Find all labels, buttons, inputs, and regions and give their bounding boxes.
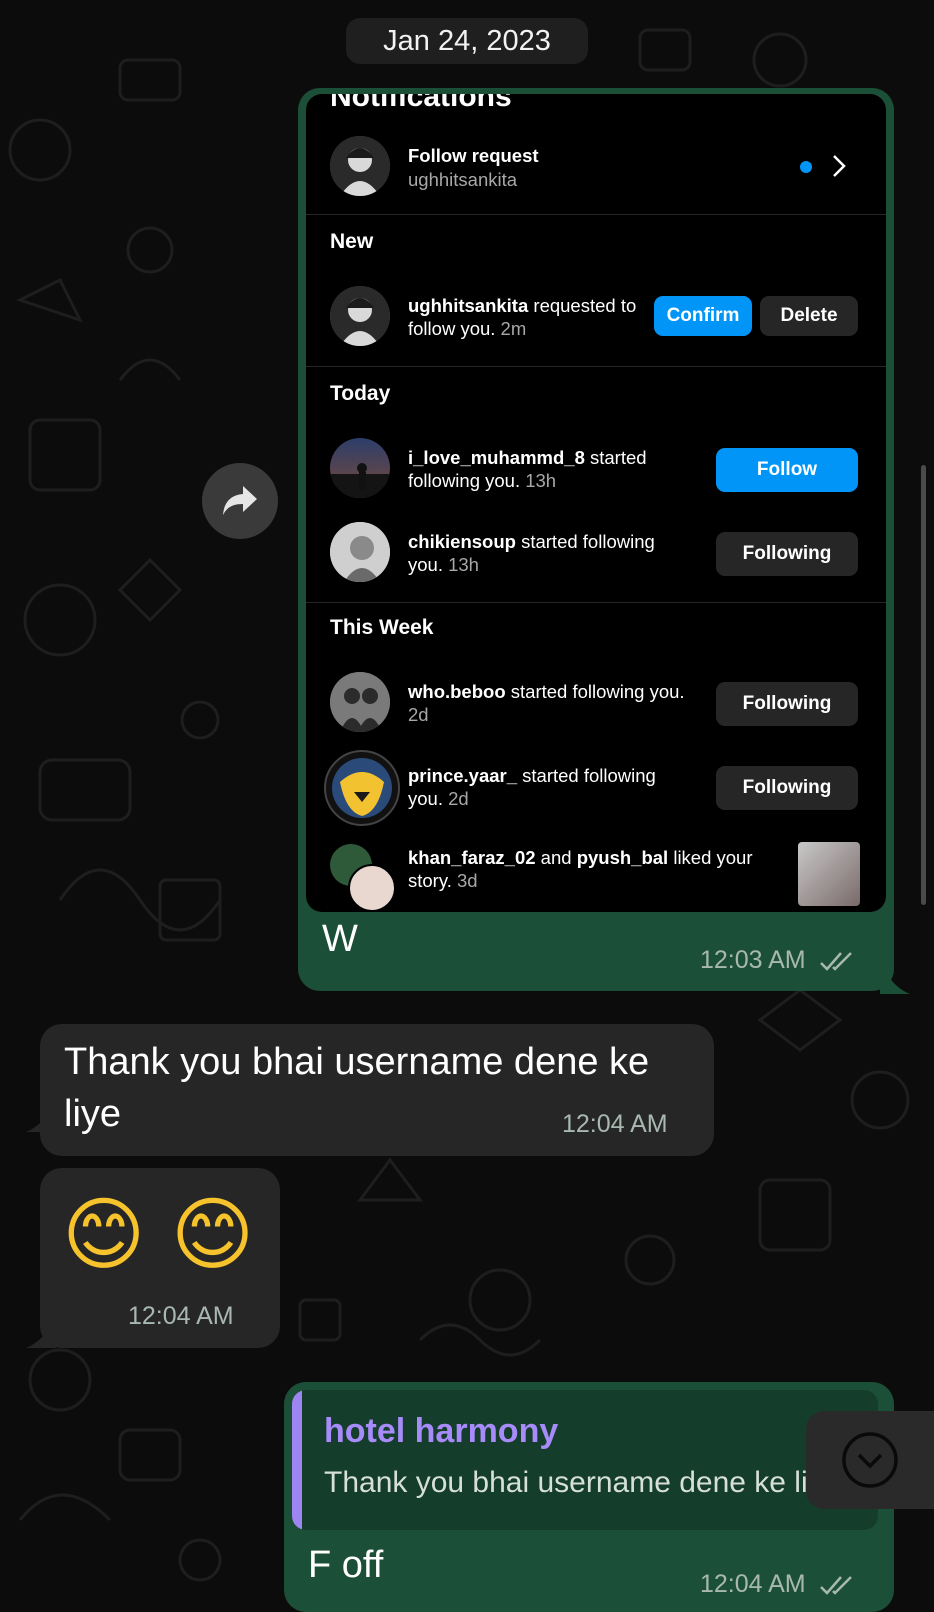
- outgoing-image-message[interactable]: Notifications Follow request ughhitsanki…: [298, 88, 894, 991]
- quoted-reply[interactable]: hotel harmony Thank you bhai username de…: [292, 1390, 878, 1530]
- double-check-icon: [819, 1576, 852, 1596]
- notification-text: i_love_muhammd_8 started following you. …: [408, 447, 647, 491]
- notifications-title: Notifications: [330, 94, 512, 113]
- scrollbar[interactable]: [921, 465, 926, 905]
- outgoing-reply-message[interactable]: hotel harmony Thank you bhai username de…: [284, 1382, 894, 1612]
- message-time: 12:04 AM: [128, 1302, 234, 1330]
- avatar: [330, 136, 390, 196]
- incoming-message[interactable]: Thank you bhai username dene ke liye 12:…: [40, 1024, 714, 1156]
- notification-text: khan_faraz_02 and pyush_bal liked your s…: [408, 847, 753, 891]
- message-text: W: [322, 918, 358, 960]
- following-button[interactable]: Following: [716, 766, 858, 810]
- chevron-right-icon[interactable]: [832, 154, 846, 178]
- following-button[interactable]: Following: [716, 682, 858, 726]
- avatar-stack: [330, 844, 396, 912]
- confirm-button[interactable]: Confirm: [654, 296, 752, 336]
- avatar: [330, 438, 390, 498]
- forward-button[interactable]: [202, 463, 278, 539]
- incoming-message[interactable]: 😊 😊 12:04 AM: [40, 1168, 280, 1348]
- date-separator: Jan 24, 2023: [346, 18, 588, 64]
- follow-request-username: ughhitsankita: [408, 169, 518, 190]
- avatar: [330, 672, 390, 732]
- unread-dot-icon: [800, 161, 812, 173]
- reply-quoted-text: Thank you bhai username dene ke liye: [324, 1466, 840, 1499]
- avatar: [324, 750, 400, 826]
- notification-text: ughhitsankita requested to follow you. 2…: [408, 295, 637, 339]
- avatar: [330, 522, 390, 582]
- message-time: 12:04 AM: [700, 1570, 857, 1599]
- message-text: F off: [308, 1544, 384, 1586]
- reply-accent-bar: [292, 1390, 302, 1530]
- section-new: New: [330, 230, 374, 253]
- notification-text: prince.yaar_ started following you. 2d: [408, 765, 656, 809]
- chevron-down-icon: [842, 1432, 898, 1488]
- delete-button[interactable]: Delete: [760, 296, 858, 336]
- avatar: [330, 286, 390, 346]
- story-thumbnail[interactable]: [798, 842, 860, 906]
- message-time: 12:03 AM: [700, 946, 857, 975]
- follow-button[interactable]: Follow: [716, 448, 858, 492]
- scroll-to-bottom-button[interactable]: [806, 1411, 934, 1509]
- section-today: Today: [330, 382, 391, 405]
- following-button[interactable]: Following: [716, 532, 858, 576]
- section-this-week: This Week: [330, 616, 434, 639]
- share-forward-icon: [223, 486, 257, 515]
- notification-text: chikiensoup started following you. 13h: [408, 531, 655, 575]
- instagram-screenshot[interactable]: Notifications Follow request ughhitsanki…: [306, 94, 886, 912]
- reply-sender-name: hotel harmony: [324, 1412, 559, 1450]
- double-check-icon: [819, 952, 852, 972]
- message-time: 12:04 AM: [562, 1110, 668, 1138]
- follow-request-title: Follow request: [408, 145, 539, 166]
- emoji-message: 😊 😊: [62, 1188, 255, 1281]
- notification-text: who.beboo started following you. 2d: [408, 681, 685, 725]
